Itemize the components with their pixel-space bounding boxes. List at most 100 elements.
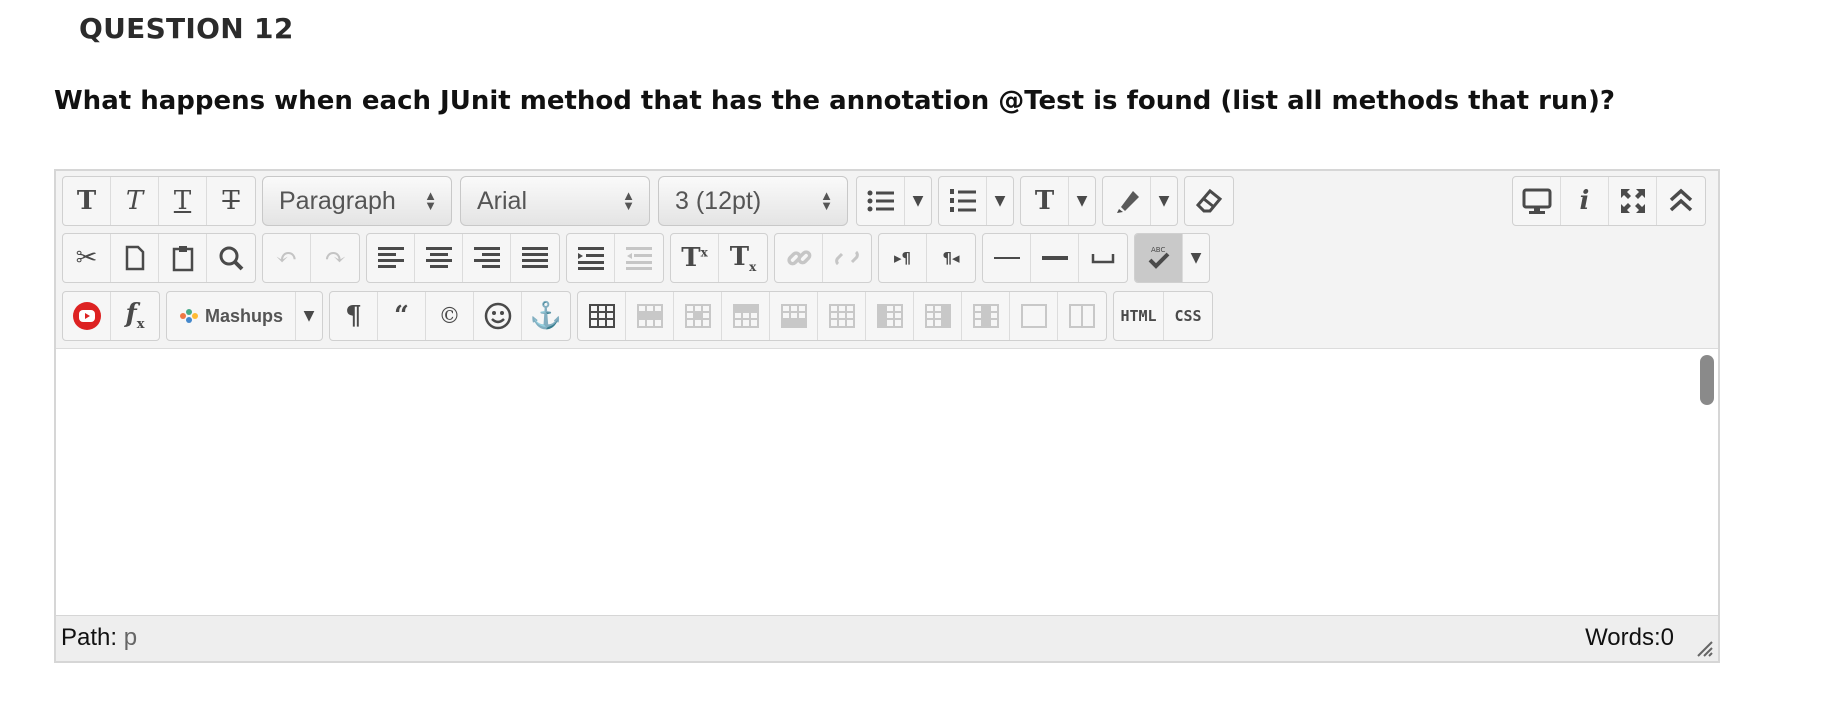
editor-content-area[interactable] — [56, 349, 1718, 617]
media-group: fx — [62, 291, 160, 341]
delete-row-icon[interactable] — [818, 292, 867, 340]
bullet-list-group: ▼ — [856, 176, 932, 226]
path-value[interactable]: p — [124, 624, 137, 651]
table-row-props-icon[interactable] — [626, 292, 675, 340]
paste-icon[interactable] — [159, 234, 207, 282]
paragraph-format-value: Paragraph — [279, 186, 396, 215]
svg-text:ABC: ABC — [1151, 246, 1165, 254]
alignment-group — [366, 233, 560, 283]
align-left-icon[interactable] — [367, 234, 415, 282]
nonbreaking-space-icon[interactable] — [1079, 234, 1127, 282]
toolbar-row-3: fx Mashups ▼ ¶ “ © ⚓ HTML CSS — [62, 291, 1219, 341]
paragraph-format-select[interactable]: Paragraph ▲ ▼ — [262, 176, 452, 226]
align-right-icon[interactable] — [463, 234, 511, 282]
chevron-down-icon[interactable]: ▼ — [1183, 234, 1209, 282]
indent-group — [566, 233, 664, 283]
thick-rule-icon[interactable] — [1031, 234, 1079, 282]
table-cell-props-icon[interactable] — [674, 292, 723, 340]
text-style-group: T T T T — [62, 176, 256, 226]
resize-handle-icon[interactable] — [1694, 637, 1714, 657]
chevron-down-icon[interactable]: ▼ — [905, 177, 931, 225]
view-options-group: i — [1512, 176, 1706, 226]
mashups-group: Mashups ▼ — [166, 291, 324, 341]
indent-icon[interactable] — [567, 234, 615, 282]
insert-row-before-icon[interactable] — [722, 292, 771, 340]
rich-text-editor: T T T T Paragraph ▲ ▼ Arial ▲ ▼ 3 (12pt) ▲… — [54, 169, 1720, 663]
scrollbar-thumb[interactable] — [1700, 355, 1714, 405]
info-icon[interactable]: i — [1561, 177, 1609, 225]
preview-icon[interactable] — [1513, 177, 1561, 225]
undo-icon[interactable]: ↶ — [263, 234, 311, 282]
ltr-icon[interactable]: ▸¶ — [879, 234, 927, 282]
superscript-icon[interactable]: Tx — [671, 234, 719, 282]
insert-col-before-icon[interactable] — [866, 292, 915, 340]
chevron-down-icon[interactable]: ▼ — [296, 292, 322, 340]
anchor-icon[interactable]: ⚓ — [522, 292, 570, 340]
eraser-group — [1184, 176, 1234, 226]
link-group — [774, 233, 872, 283]
numbered-list-icon[interactable] — [939, 177, 987, 225]
select-arrows-icon: ▲ ▼ — [820, 188, 833, 213]
insert-col-after-icon[interactable] — [914, 292, 963, 340]
eraser-icon[interactable] — [1185, 177, 1233, 225]
table-icon[interactable] — [578, 292, 627, 340]
rtl-icon[interactable]: ¶◂ — [927, 234, 975, 282]
split-cells-icon[interactable] — [1010, 292, 1059, 340]
font-size-value: 3 (12pt) — [675, 186, 762, 215]
unlink-icon[interactable] — [823, 234, 871, 282]
align-center-icon[interactable] — [415, 234, 463, 282]
rule-group — [982, 233, 1128, 283]
outdent-icon[interactable] — [615, 234, 663, 282]
code-group: HTML CSS — [1113, 291, 1214, 341]
merge-cells-icon[interactable] — [1058, 292, 1106, 340]
path-label: Path: — [61, 624, 118, 651]
chevron-down-icon[interactable]: ▼ — [987, 177, 1013, 225]
horizontal-rule-icon[interactable] — [983, 234, 1031, 282]
mashups-button[interactable]: Mashups — [167, 292, 297, 340]
strikethrough-icon[interactable]: T — [207, 177, 255, 225]
chevron-down-icon[interactable]: ▼ — [1151, 177, 1177, 225]
italic-icon[interactable]: T — [111, 177, 159, 225]
select-arrows-icon: ▲ ▼ — [622, 188, 635, 213]
toolbar-row-2: ✂ ↶ ↷ Tx Tx ▸¶ ¶◂ ABC ▼ — [62, 233, 1216, 283]
clipboard-group: ✂ — [62, 233, 256, 283]
paragraph-mark-icon[interactable]: ¶ — [330, 292, 379, 340]
chevron-down-icon[interactable]: ▼ — [1069, 177, 1095, 225]
highlighter-icon[interactable] — [1103, 177, 1151, 225]
delete-col-icon[interactable] — [962, 292, 1011, 340]
copy-icon[interactable] — [111, 234, 159, 282]
font-size-select[interactable]: 3 (12pt) ▲ ▼ — [658, 176, 848, 226]
history-group: ↶ ↷ — [262, 233, 360, 283]
highlight-group: ▼ — [1102, 176, 1178, 226]
find-icon[interactable] — [207, 234, 255, 282]
subscript-icon[interactable]: Tx — [719, 234, 767, 282]
align-justify-icon[interactable] — [511, 234, 559, 282]
emoticon-icon[interactable] — [474, 292, 523, 340]
css-button[interactable]: CSS — [1164, 292, 1212, 340]
insert-group: ¶ “ © ⚓ — [329, 291, 572, 341]
blockquote-icon[interactable]: “ — [378, 292, 427, 340]
fullscreen-icon[interactable] — [1609, 177, 1657, 225]
spellcheck-icon[interactable]: ABC — [1135, 234, 1183, 282]
underline-icon[interactable]: T — [159, 177, 207, 225]
html-source-button[interactable]: HTML — [1114, 292, 1165, 340]
script-group: Tx Tx — [670, 233, 768, 283]
bold-icon[interactable]: T — [63, 177, 111, 225]
select-arrows-icon: ▲ ▼ — [424, 188, 437, 213]
editor-status-bar: Path: p Words:0 — [56, 615, 1718, 661]
direction-group: ▸¶ ¶◂ — [878, 233, 976, 283]
formula-icon[interactable]: fx — [111, 292, 159, 340]
mashups-icon — [180, 309, 198, 323]
copyright-icon[interactable]: © — [426, 292, 475, 340]
text-color-icon[interactable]: T — [1021, 177, 1069, 225]
word-count: Words:0 — [1585, 624, 1674, 651]
link-icon[interactable] — [775, 234, 823, 282]
redo-icon[interactable]: ↷ — [311, 234, 359, 282]
collapse-toolbar-icon[interactable] — [1657, 177, 1705, 225]
font-family-select[interactable]: Arial ▲ ▼ — [460, 176, 650, 226]
cut-icon[interactable]: ✂ — [63, 234, 111, 282]
insert-row-after-icon[interactable] — [770, 292, 819, 340]
bullet-list-icon[interactable] — [857, 177, 905, 225]
youtube-icon[interactable] — [63, 292, 111, 340]
element-path: Path: p — [61, 624, 137, 652]
